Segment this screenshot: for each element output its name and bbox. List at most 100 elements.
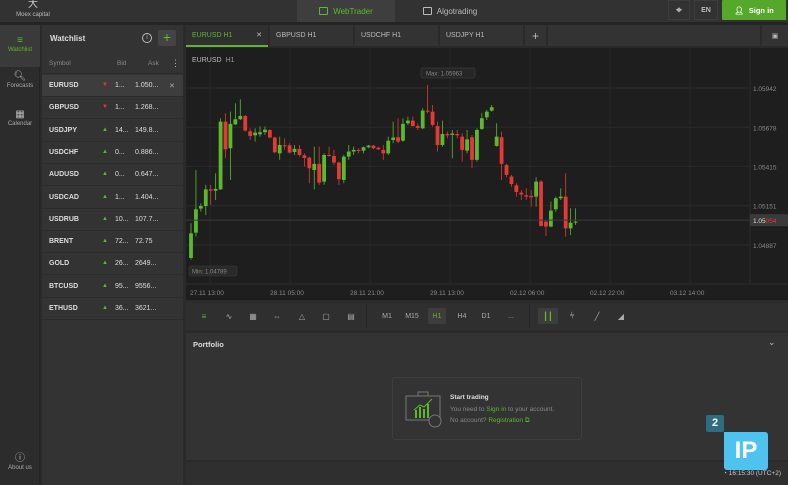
candle-body [356,149,361,151]
add-tab-button[interactable]: + [525,25,546,46]
ask: 0.647... [135,171,159,179]
watchlist-row[interactable]: EURUSD ▼ 1... 1.050... ✕ [42,75,183,97]
candle-body [302,155,307,158]
symbol: AUDUSD [49,171,79,179]
sign-in-button[interactable]: 👤︎ Sign in [722,0,786,20]
sign-in-link[interactable]: Sign in [486,406,506,413]
chart-tabs: EURUSD H1 ✕ GBPUSD H1 USDCHF H1 USDJPY H1… [186,25,788,47]
bid: 36... [115,305,129,312]
candle-body [489,107,494,111]
add-symbol-button[interactable]: + [158,30,176,46]
tab-algotrading[interactable]: Algotrading [405,0,495,22]
chart-tab[interactable]: USDCHF H1 [355,25,438,46]
divider [366,304,367,328]
timeframe-m15[interactable]: M15 [401,308,423,324]
bid: 0... [115,171,125,179]
watchlist-row[interactable]: GBPUSD ▼ 1... 1.268... [42,97,183,120]
tab-webtrader[interactable]: WebTrader [297,0,395,22]
watchlist-row[interactable]: BRENT ▲ 72... 72.75 [42,231,183,254]
candle-body [292,148,297,152]
watchlist-row[interactable]: ETHUSD ▲ 36... 3621... [42,298,183,320]
watchlist-row[interactable]: USDJPY ▲ 14... 149.8... [42,120,183,142]
registration-link[interactable]: Registration [488,417,523,424]
nav-calendar[interactable]: ▦ Calendar [0,109,40,139]
candle-body [346,151,351,157]
crosshair-button[interactable]: ⌖ [668,0,690,20]
info-icon[interactable]: i [142,33,152,43]
external-link-icon[interactable]: ⧉ [525,417,530,424]
tab-label: Algotrading [436,6,478,16]
quotes-icon[interactable]: ≡ [195,308,213,324]
ask: 9556... [135,282,157,290]
watchlist-row[interactable]: USDCHF ▲ 0... 0.886... [42,142,183,164]
chart-tab[interactable]: USDJPY H1 [440,25,523,46]
arrow-up-icon: ▲ [102,238,108,245]
line-icon[interactable]: ╱ [588,308,606,324]
candles-icon[interactable]: ┃┃ [538,308,558,324]
timeframe-d1[interactable]: D1 [477,308,495,324]
candle-body [475,129,479,160]
template-icon[interactable]: ▤ [342,308,360,324]
candle-body [253,132,257,136]
logo[interactable]: ⼤ Moex capital [8,0,58,22]
candle-body [440,133,445,145]
watchlist-row[interactable]: BTCUSD ▲ 95... 9556... [42,276,183,298]
bid: 1... [115,82,125,89]
nav-watchlist[interactable]: ≡ Watchlist [0,25,40,67]
chart-tab[interactable]: EURUSD H1 ✕ [186,25,268,47]
chart-tab[interactable]: GBPUSD H1 [270,25,353,46]
watchlist-row[interactable]: GOLD ▲ 26... 2649... [42,253,183,276]
price-chart[interactable]: 1.05942 1.05678 1.05415 1.05151 1.04887 27.11… [186,48,788,300]
nav-about[interactable]: ⓘ About us [0,453,40,479]
chart-svg[interactable]: 1.05942 1.05678 1.05415 1.05151 1.04887 27.11… [186,48,788,300]
card-line-2: No account? Registration ⧉ [450,417,529,425]
search-chart-icon: 🔍︎ [13,71,27,82]
timeframe-m1[interactable]: M1 [378,308,396,324]
candle-body [415,125,420,128]
candle-body [445,133,450,136]
candle-body [263,129,267,133]
candle-body [297,148,302,155]
candle-body [351,149,356,152]
watchlist-row[interactable]: USDCAD ▲ 1... 1.404... [42,187,183,209]
watchlist-row[interactable]: AUDUSD ▲ 0... 0.647... [42,164,183,187]
timeframe-h4[interactable]: H4 [453,308,471,324]
language-button[interactable]: EN [694,0,718,20]
briefcase-chart-icon [405,391,442,428]
area-icon[interactable]: ◢ [612,308,630,324]
calendar-icon[interactable]: ▦ [244,308,262,324]
column-menu-icon[interactable]: ⋮ [171,58,180,69]
remove-icon[interactable]: ✕ [169,82,175,90]
more-timeframes[interactable]: ... [502,308,520,324]
bid: 14... [115,126,129,134]
collapse-icon[interactable]: ⌄ [768,337,776,348]
nav-forecasts[interactable]: 🔍︎ Forecasts [0,71,40,101]
range-icon[interactable]: ⇔ [268,308,286,324]
text: to your account. [506,406,555,413]
list-icon: ≡ [17,35,23,46]
nav-label: Calendar [7,121,33,127]
bars-icon[interactable]: ⫩ [563,308,581,324]
tab-label: EURUSD H1 [192,31,233,39]
watchlist-row[interactable]: USDRUB ▲ 10... 107.7... [42,209,183,231]
screenshot-button[interactable]: ▣ [762,25,788,46]
shapes-icon[interactable]: △ [293,308,311,324]
candle-body [312,163,317,170]
camera-icon: ▣ [771,32,779,40]
ask: 2649... [135,260,157,268]
crop-icon[interactable]: ▢ [317,308,335,324]
indicators-icon[interactable]: ∿ [220,308,238,324]
candle-body [337,162,341,180]
watchlist-title: Watchlist [50,34,86,43]
close-icon[interactable]: ✕ [256,31,262,39]
timeframe-h1[interactable]: H1 [428,308,446,324]
min-label: Min: 1.04789 [192,270,227,276]
candle-body [450,133,455,135]
candle-body [573,221,578,223]
chart-box-icon [319,7,329,15]
plus-icon: + [531,28,539,43]
price-suffix: 054 [766,218,777,225]
y-tick-label: 1.05415 [753,164,777,171]
candle-body [499,137,504,164]
x-tick-label: 28.11 05:00 [270,290,304,297]
